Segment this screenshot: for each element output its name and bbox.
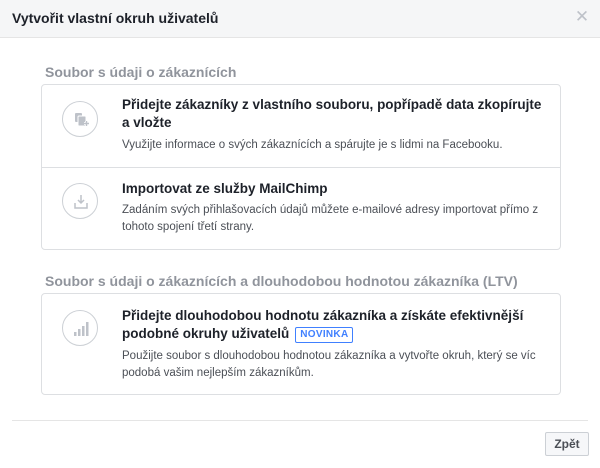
customer-file-card: Přidejte zákazníky z vlastního souboru, … [41, 84, 561, 250]
section-label-customer-file: Soubor s údaji o zákaznících [45, 64, 237, 80]
option-title: Přidejte dlouhodobou hodnotu zákazníka a… [122, 307, 542, 343]
back-button[interactable]: Zpět [545, 432, 589, 456]
option-import-mailchimp[interactable]: Importovat ze služby MailChimp Zadáním s… [42, 167, 560, 249]
dialog-header: Vytvořit vlastní okruh uživatelů ✕ [0, 0, 600, 38]
option-add-ltv[interactable]: Přidejte dlouhodobou hodnotu zákazníka a… [42, 294, 560, 394]
option-description: Využijte informace o svých zákaznících a… [122, 139, 503, 151]
file-add-icon [62, 101, 98, 137]
option-description: Zadáním svých přihlašovacích údajů můžet… [122, 204, 539, 233]
option-description: Použijte soubor s dlouhodobou hodnotou z… [122, 350, 536, 379]
bar-chart-icon [62, 310, 98, 346]
dialog-title: Vytvořit vlastní okruh uživatelů [12, 10, 219, 26]
footer-divider [12, 420, 588, 421]
new-badge: NOVINKA [295, 327, 354, 343]
close-icon[interactable]: ✕ [574, 8, 590, 25]
import-icon [62, 183, 98, 219]
option-title: Přidejte zákazníky z vlastního souboru, … [122, 97, 542, 130]
option-title: Importovat ze služby MailChimp [122, 181, 328, 196]
option-upload-file[interactable]: Přidejte zákazníky z vlastního souboru, … [42, 85, 560, 167]
section-label-ltv: Soubor s údaji o zákaznících a dlouhodob… [45, 273, 518, 289]
ltv-card: Přidejte dlouhodobou hodnotu zákazníka a… [41, 293, 561, 395]
